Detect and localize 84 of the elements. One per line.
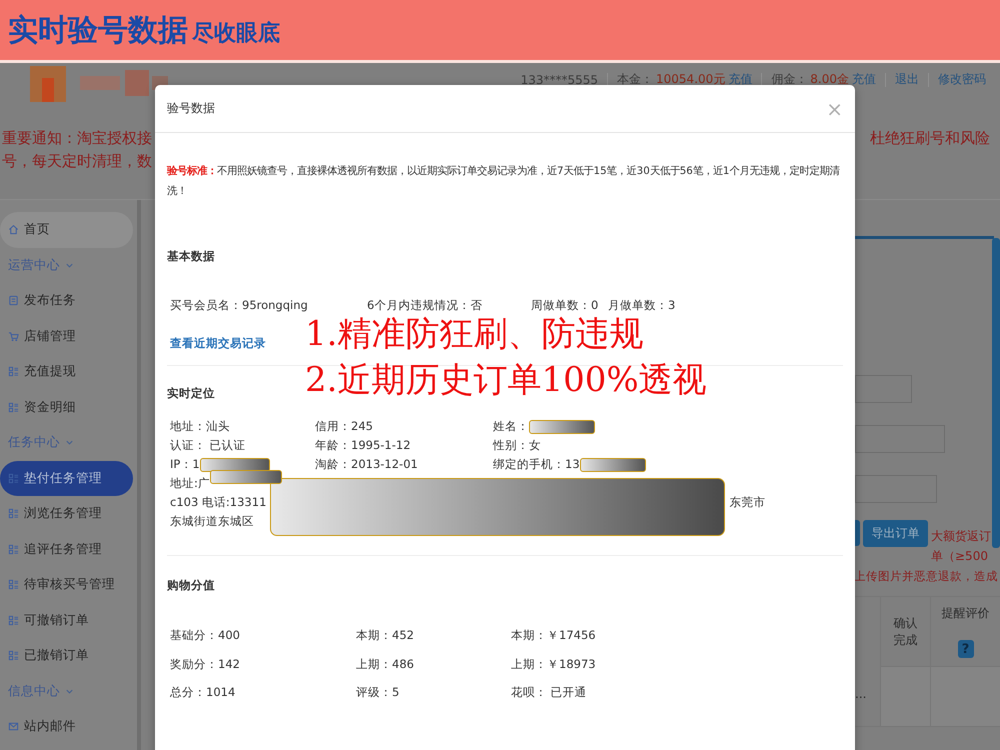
sidebar-item[interactable]: 已撤销订单	[0, 638, 133, 674]
address-text: 东莞市	[729, 494, 766, 511]
account-number: 133****5555	[520, 72, 598, 86]
address-text: c103 电话:13311	[170, 494, 266, 511]
banner-title: 实时验号数据	[8, 12, 188, 50]
home-icon	[8, 224, 19, 236]
field-text: 认证： 已认证	[170, 437, 246, 454]
standard-text: 验号标准：不用照妖镜查号，直接裸体透视所有数据，以近期实际订单交易记录为准，近7天低于15笔，近30天低于56笔，近1个月无违规，定时定期清洗！	[167, 164, 841, 199]
header-link[interactable]: 退出	[895, 71, 919, 88]
balance-label: 本金：	[617, 71, 654, 88]
sidebar-item[interactable]: 待审核买号管理	[0, 567, 133, 602]
field-text: 本期：￥17456	[511, 627, 597, 643]
grid-icon	[8, 544, 19, 555]
notice-text: 号，每天定时清理，数	[2, 151, 152, 172]
grid-icon	[8, 472, 19, 484]
field-text: 花呗： 已开通	[511, 684, 588, 700]
sidebar-item[interactable]: 首页	[0, 212, 133, 248]
promo-text: 1.精准防狂刷、防违规	[305, 313, 644, 356]
field-text: 年龄：1995-1-12	[315, 437, 411, 454]
close-button[interactable]: ×	[826, 96, 843, 120]
chevron-icon	[65, 438, 74, 448]
grid-icon	[8, 366, 19, 378]
grid-icon	[8, 402, 19, 413]
field-text: 淘龄：2013-12-01	[315, 456, 418, 473]
section-title: 实时定位	[167, 386, 216, 401]
balance-value: 8.00金	[810, 71, 849, 88]
cart-icon	[8, 330, 19, 342]
field-text: 周做单数：0	[531, 298, 598, 313]
recharge-link[interactable]: 充值	[728, 71, 752, 88]
sidebar-item[interactable]: 浏览任务管理	[0, 496, 133, 532]
field-text: 总分：1014	[170, 684, 236, 700]
balance-value: 10054.00元	[656, 71, 726, 88]
column-title: 提醒评价	[942, 605, 990, 622]
field-text: 基础分：400	[170, 627, 241, 643]
sidebar-item[interactable]: 站内邮件	[0, 709, 133, 744]
banner-subtitle: 尽收眼底	[192, 20, 280, 48]
field-text: IP：1	[170, 456, 200, 473]
address-text: 东城街道东城区	[170, 513, 254, 530]
button[interactable]	[855, 520, 860, 546]
modal-title: 验号数据	[167, 100, 215, 117]
sidebar-item[interactable]: 可撤销订单	[0, 602, 133, 638]
input-field[interactable]	[855, 425, 945, 453]
export-button[interactable]: 导出订单	[863, 520, 928, 547]
help-badge[interactable]: ?	[958, 640, 974, 658]
section-title: 基本数据	[167, 249, 216, 264]
section-title: 购物分值	[167, 578, 216, 593]
transactions-link[interactable]: 查看近期交易记录	[170, 336, 266, 351]
input-field[interactable]	[855, 475, 937, 503]
warning-text: 单（≥500	[931, 548, 989, 565]
field-text: 上期：￥18973	[511, 656, 597, 672]
field-text: 本期：452	[356, 627, 415, 643]
notice-text: 重要通知：淘宝授权接	[2, 128, 152, 149]
notice-text: 杜绝狂刷号和风险	[870, 128, 991, 148]
sidebar-item[interactable]: 追评任务管理	[0, 532, 133, 567]
sidebar-item[interactable]: 发布任务	[0, 283, 133, 318]
sidebar-item[interactable]: 充值提现	[0, 354, 133, 390]
field-text: 信用：245	[315, 418, 373, 435]
grid-icon	[8, 579, 19, 590]
field-text: 性别：女	[493, 437, 541, 454]
mail-icon	[8, 721, 19, 732]
grid-icon	[8, 508, 19, 520]
field-text: 上期：486	[356, 656, 415, 672]
field-text: 姓名：	[493, 418, 529, 435]
field-text: 地址：汕头	[170, 418, 230, 435]
input-field[interactable]	[855, 375, 912, 403]
warning-text: 大额货返订	[931, 528, 992, 545]
sidebar-item[interactable]: 垫付任务管理	[0, 460, 133, 496]
field-text: 6个月内违规情况：否	[367, 298, 482, 313]
grid-icon	[8, 614, 19, 626]
field-text: 奖励分：142	[170, 656, 241, 672]
field-text: 买号会员名：95rongqing	[170, 298, 308, 313]
address-text: 地址:广	[170, 475, 210, 492]
document-icon	[8, 295, 19, 306]
sidebar-item[interactable]: 店铺管理	[0, 318, 133, 354]
grid-icon	[8, 650, 19, 662]
field-text: 月做单数：3	[608, 298, 676, 313]
balance-label: 佣金：	[771, 71, 808, 88]
field-text: 绑定的手机：13	[493, 456, 580, 473]
promo-text: 2.近期历史订单100%透视	[305, 359, 707, 402]
warning-text: 上传图片并恶意退款，造成	[854, 568, 998, 585]
sidebar-item[interactable]: 资金明细	[0, 390, 133, 425]
field-text: 评级：5	[356, 684, 400, 700]
header-link[interactable]: 修改密码	[938, 71, 986, 88]
recharge-link[interactable]: 充值	[852, 71, 876, 88]
